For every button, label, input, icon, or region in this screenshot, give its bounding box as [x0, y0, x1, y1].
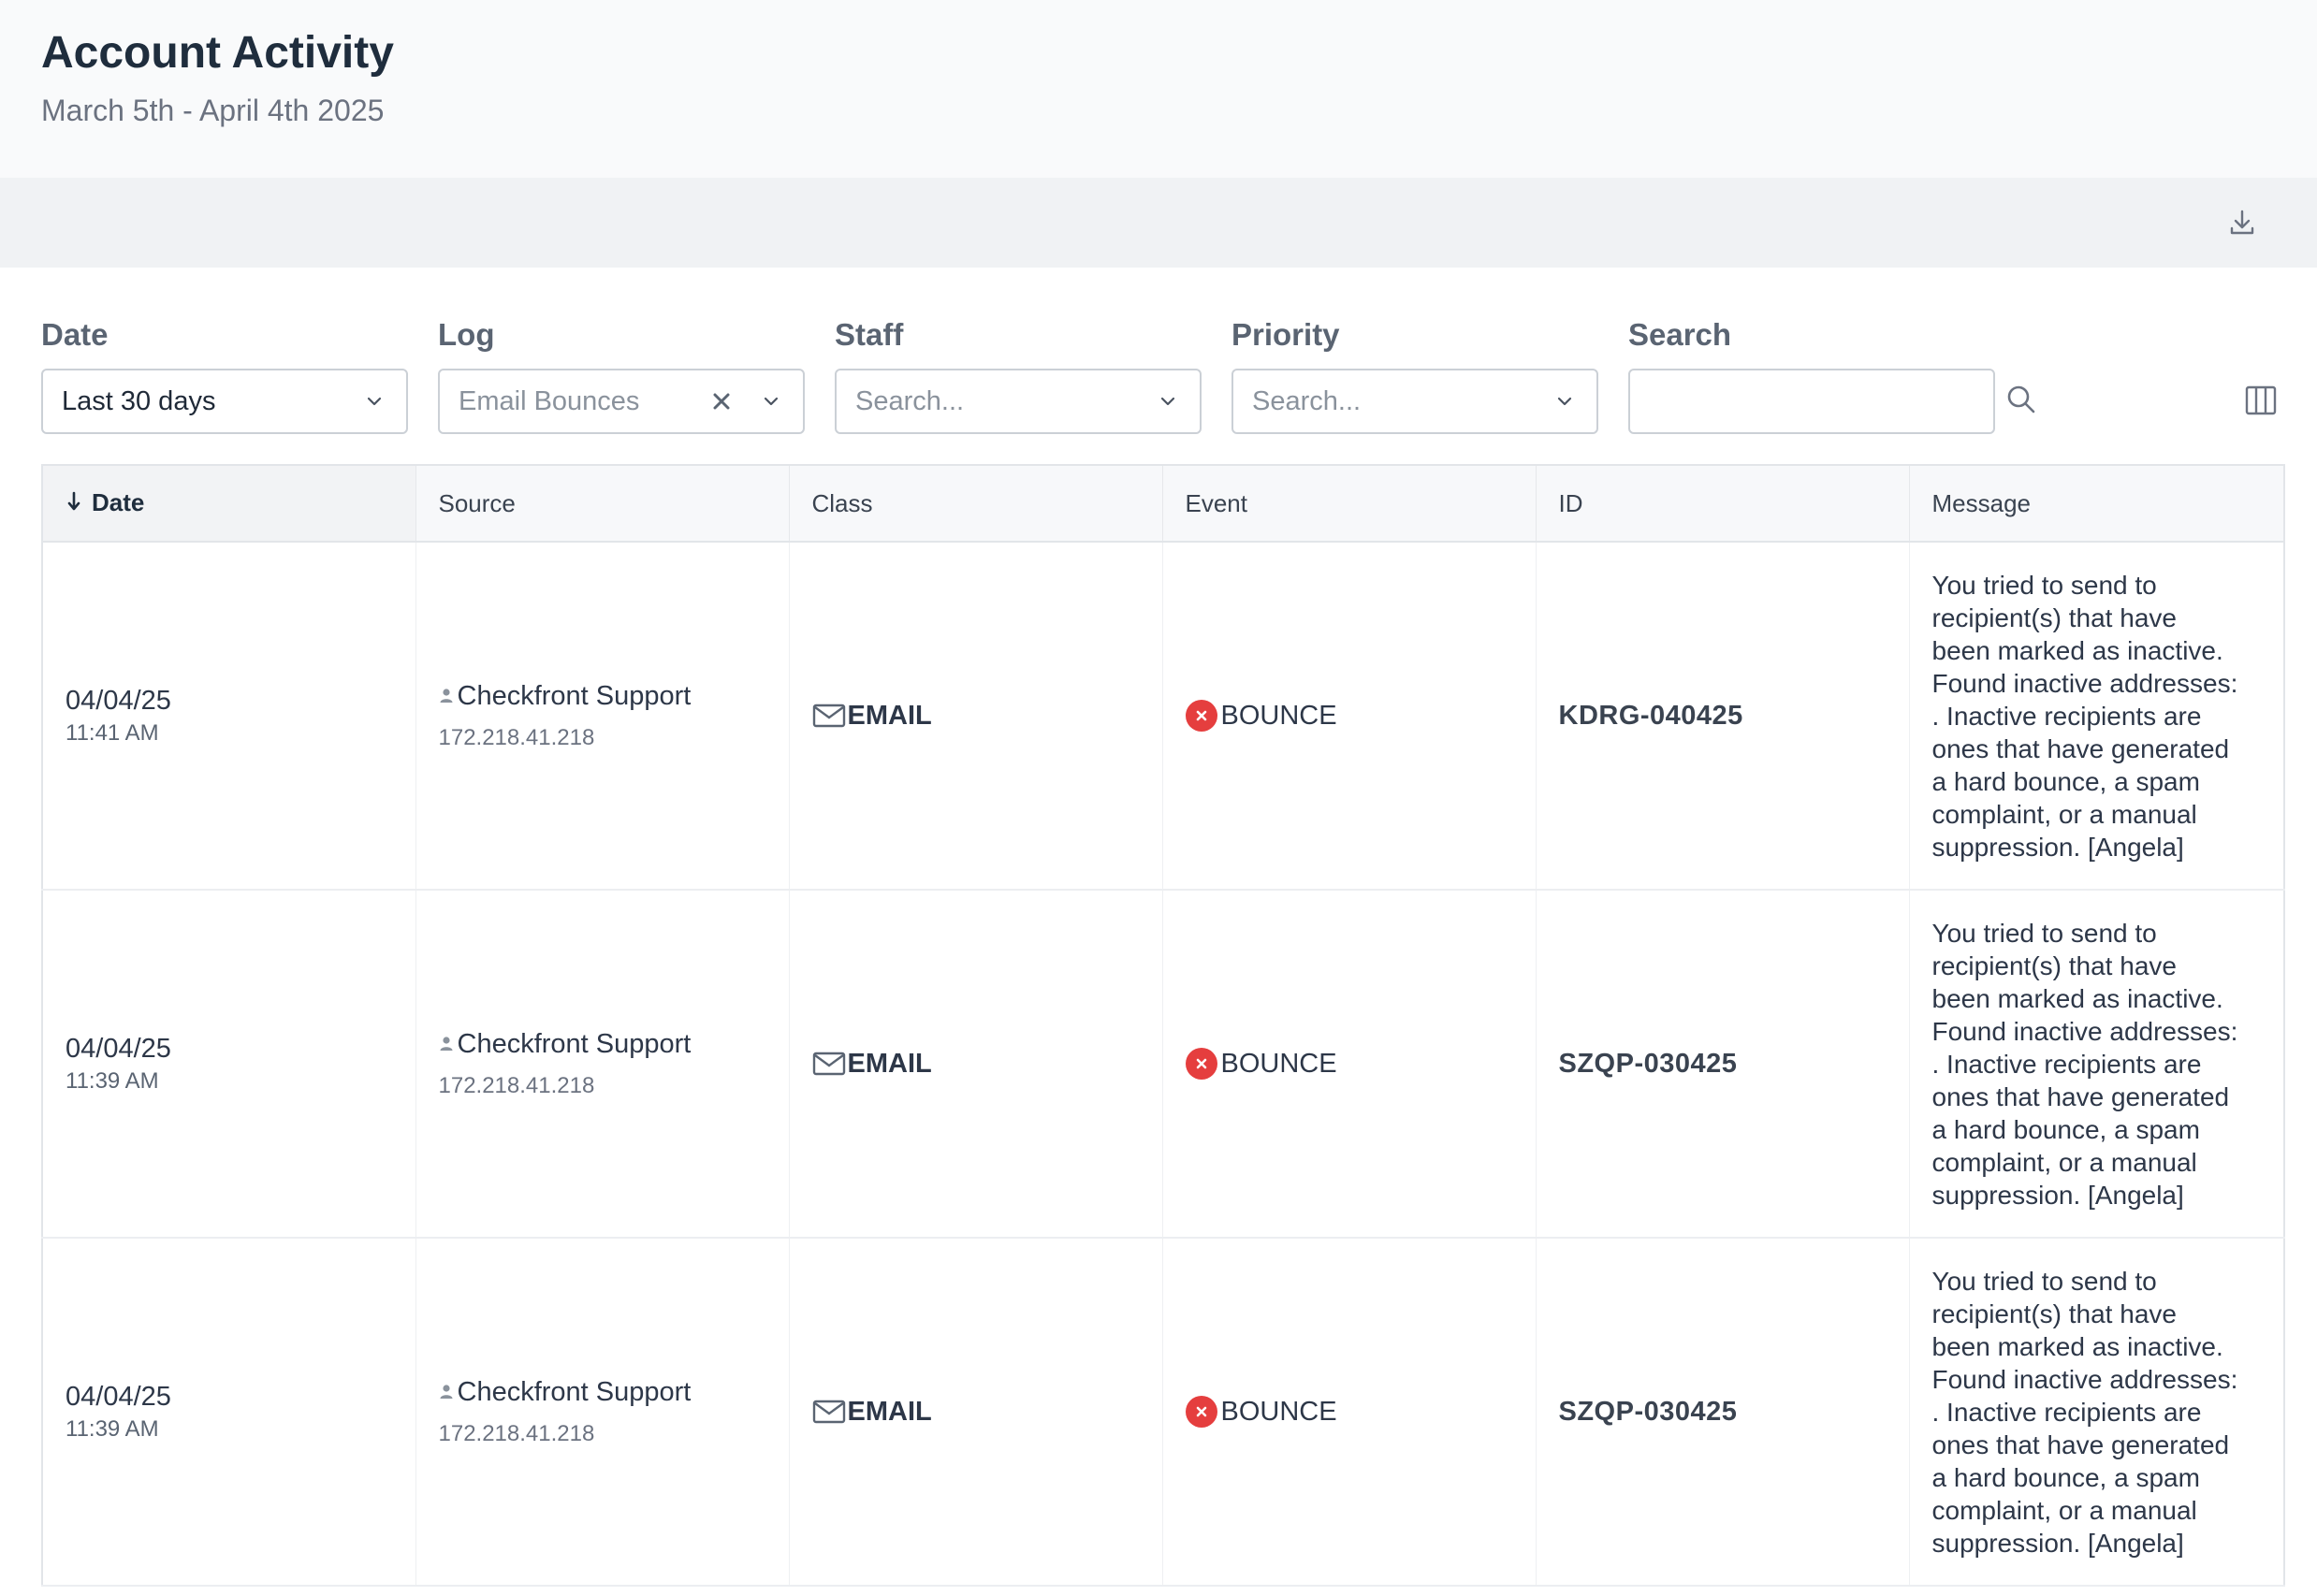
envelope-icon	[812, 702, 846, 730]
source-cell: Checkfront Support 172.218.41.218	[415, 890, 790, 1239]
search-filter: Search	[1628, 314, 2035, 434]
column-header-source[interactable]: Source	[415, 465, 790, 543]
column-header-message[interactable]: Message	[1909, 465, 2285, 543]
row-message: You tried to send to recipient(s) that h…	[1931, 1266, 2238, 1558]
column-header-id[interactable]: ID	[1536, 465, 1910, 543]
table-row[interactable]: 04/04/25 11:39 AM Checkfront Support 172…	[42, 890, 2285, 1239]
log-filter-label: Log	[438, 317, 495, 352]
chevron-down-icon	[1155, 388, 1181, 414]
class-cell: EMAIL	[789, 890, 1163, 1239]
event-cell: BOUNCE	[1162, 1238, 1537, 1587]
chevron-down-icon	[1552, 388, 1578, 414]
date-select-value: Last 30 days	[62, 385, 216, 416]
message-cell: You tried to send to recipient(s) that h…	[1909, 542, 2285, 891]
error-icon	[1185, 1396, 1217, 1428]
download-button[interactable]	[2223, 204, 2261, 241]
row-event: BOUNCE	[1220, 1048, 1337, 1079]
filters-bar: Date Last 30 days Log Email Bounces Staf…	[0, 268, 2317, 464]
download-icon	[2230, 210, 2254, 235]
columns-icon	[2245, 385, 2277, 415]
priority-select-placeholder: Search...	[1252, 385, 1362, 416]
date-cell: 04/04/25 11:41 AM	[42, 542, 416, 891]
user-icon	[439, 687, 454, 705]
row-class: EMAIL	[847, 1048, 932, 1079]
priority-filter: Priority Search...	[1231, 314, 1598, 434]
row-source-name: Checkfront Support	[457, 1376, 692, 1407]
user-icon	[439, 1035, 454, 1053]
row-time: 11:41 AM	[66, 719, 159, 746]
id-cell: SZQP-030425	[1536, 890, 1910, 1239]
event-cell: BOUNCE	[1162, 542, 1537, 891]
log-filter: Log Email Bounces	[438, 314, 805, 434]
date-filter-label: Date	[41, 317, 109, 352]
row-message: You tried to send to recipient(s) that h…	[1931, 570, 2238, 862]
row-date: 04/04/25	[66, 685, 171, 716]
staff-select-placeholder: Search...	[855, 385, 965, 416]
search-input[interactable]	[1649, 384, 2005, 418]
event-cell: BOUNCE	[1162, 890, 1537, 1239]
search-icon[interactable]	[2005, 384, 2037, 420]
column-header-date[interactable]: Date	[42, 465, 416, 543]
column-header-class[interactable]: Class	[789, 465, 1163, 543]
error-icon	[1185, 700, 1217, 732]
staff-filter-label: Staff	[835, 317, 904, 352]
search-box	[1628, 369, 2035, 434]
row-source-ip: 172.218.41.218	[438, 1072, 595, 1098]
chevron-down-icon	[758, 388, 784, 414]
user-icon	[439, 1383, 454, 1401]
column-header-event[interactable]: Event	[1162, 465, 1537, 543]
row-date: 04/04/25	[66, 1381, 171, 1412]
row-id: SZQP-030425	[1558, 1048, 1738, 1079]
row-source-ip: 172.218.41.218	[438, 724, 595, 750]
date-range-subtitle: March 5th - April 4th 2025	[41, 94, 385, 127]
row-class: EMAIL	[847, 700, 932, 731]
source-cell: Checkfront Support 172.218.41.218	[415, 1238, 790, 1587]
chevron-down-icon	[361, 388, 387, 414]
activity-table: Date Source Class Event ID Message 04/04…	[41, 464, 2285, 1587]
date-select[interactable]: Last 30 days	[41, 369, 408, 434]
row-message: You tried to send to recipient(s) that h…	[1931, 918, 2238, 1210]
page-header: Account Activity March 5th - April 4th 2…	[0, 0, 2317, 178]
class-cell: EMAIL	[789, 542, 1163, 891]
row-event: BOUNCE	[1220, 1396, 1337, 1427]
id-cell: KDRG-040425	[1536, 542, 1910, 891]
priority-filter-label: Priority	[1231, 317, 1340, 352]
row-id: SZQP-030425	[1558, 1396, 1738, 1427]
staff-select[interactable]: Search...	[835, 369, 1202, 434]
row-time: 11:39 AM	[66, 1067, 159, 1094]
message-cell: You tried to send to recipient(s) that h…	[1909, 890, 2285, 1239]
date-cell: 04/04/25 11:39 AM	[42, 1238, 416, 1587]
class-cell: EMAIL	[789, 1238, 1163, 1587]
column-header-label: Date	[92, 487, 145, 516]
row-source-ip: 172.218.41.218	[438, 1420, 595, 1446]
envelope-icon	[812, 1050, 846, 1078]
date-cell: 04/04/25 11:39 AM	[42, 890, 416, 1239]
toolbar	[0, 178, 2317, 268]
date-filter: Date Last 30 days	[41, 314, 408, 434]
error-icon	[1185, 1048, 1217, 1080]
search-filter-label: Search	[1628, 317, 1732, 352]
staff-filter: Staff Search...	[835, 314, 1202, 434]
row-id: KDRG-040425	[1558, 700, 1743, 731]
source-cell: Checkfront Support 172.218.41.218	[415, 542, 790, 891]
table-row[interactable]: 04/04/25 11:41 AM Checkfront Support 172…	[42, 542, 2285, 891]
table-header-row: Date Source Class Event ID Message	[42, 465, 2285, 543]
row-source-name: Checkfront Support	[457, 680, 692, 711]
priority-select[interactable]: Search...	[1231, 369, 1598, 434]
row-date: 04/04/25	[66, 1033, 171, 1064]
log-select-value: Email Bounces	[459, 385, 640, 416]
columns-toggle-button[interactable]	[2242, 382, 2280, 419]
row-source-name: Checkfront Support	[457, 1028, 692, 1059]
page-title: Account Activity	[41, 28, 394, 78]
clear-icon[interactable]	[707, 387, 736, 415]
table-row[interactable]: 04/04/25 11:39 AM Checkfront Support 172…	[42, 1238, 2285, 1587]
envelope-icon	[812, 1398, 846, 1426]
sort-arrow-down-icon	[66, 489, 82, 518]
row-time: 11:39 AM	[66, 1415, 159, 1442]
row-event: BOUNCE	[1220, 700, 1337, 731]
id-cell: SZQP-030425	[1536, 1238, 1910, 1587]
row-class: EMAIL	[847, 1396, 932, 1427]
message-cell: You tried to send to recipient(s) that h…	[1909, 1238, 2285, 1587]
log-select[interactable]: Email Bounces	[438, 369, 805, 434]
